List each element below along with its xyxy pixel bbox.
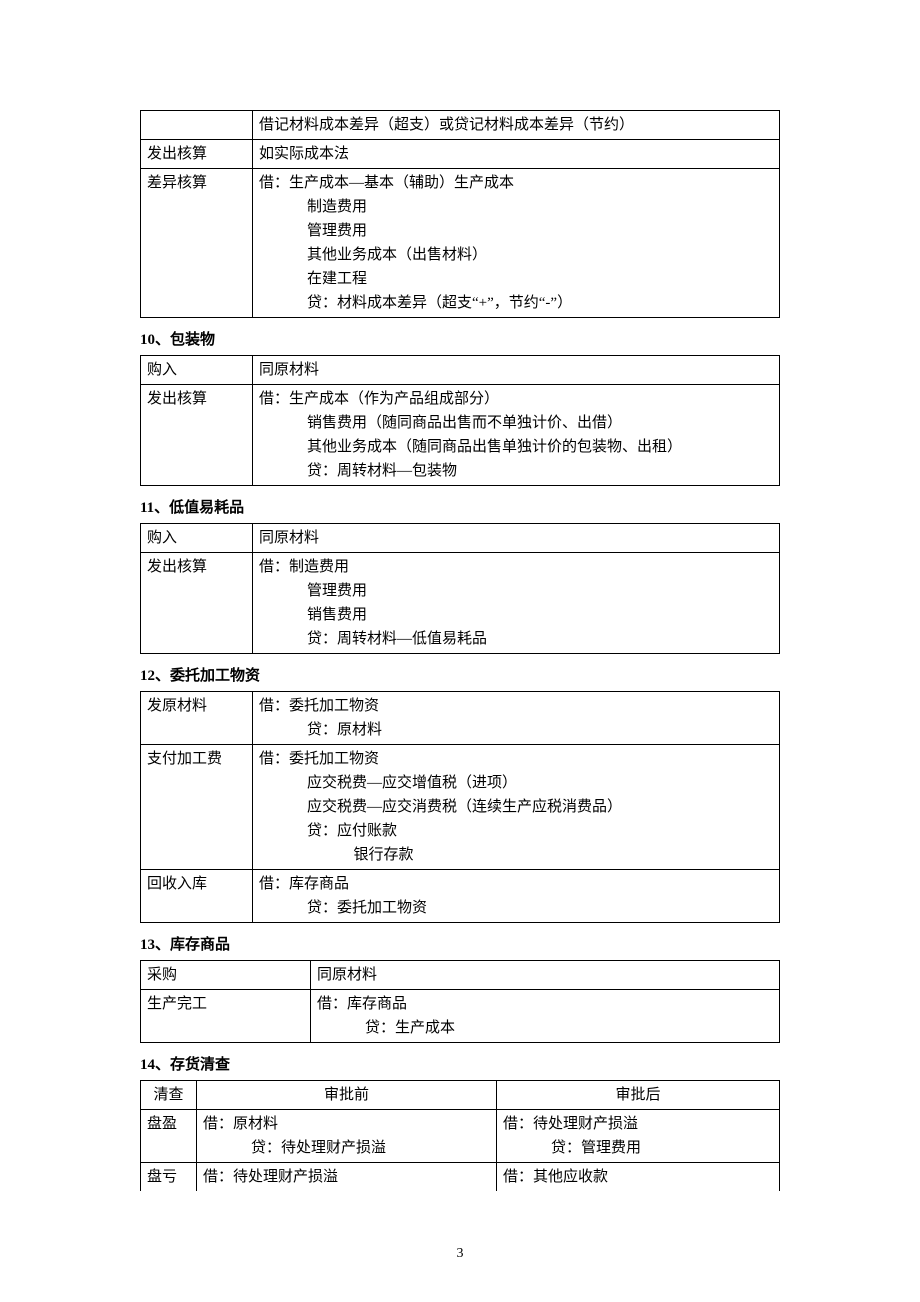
entry-line: 借：待处理财产损溢 xyxy=(203,1165,490,1189)
section-heading: 11、低值易耗品 xyxy=(140,496,780,517)
entry-line: 贷：周转材料—低值易耗品 xyxy=(259,627,773,651)
table-row: 发出核算 借：制造费用 管理费用 销售费用 贷：周转材料—低值易耗品 xyxy=(141,553,780,654)
entry-line: 贷：待处理财产损溢 xyxy=(203,1136,490,1160)
entry-line: 应交税费—应交消费税（连续生产应税消费品） xyxy=(259,795,773,819)
cell: 借：待处理财产损溢 xyxy=(197,1163,497,1192)
cell: 借：库存商品 贷：委托加工物资 xyxy=(253,870,780,923)
entry-line: 借：库存商品 xyxy=(259,872,773,896)
entry-line: 借：原材料 xyxy=(203,1112,490,1136)
section-heading: 12、委托加工物资 xyxy=(140,664,780,685)
entry-line: 借：生产成本（作为产品组成部分） xyxy=(259,387,773,411)
table-row: 盘盈 借：原材料 贷：待处理财产损溢 借：待处理财产损溢 贷：管理费用 xyxy=(141,1110,780,1163)
cell: 购入 xyxy=(141,524,253,553)
header-cell: 清查 xyxy=(141,1081,197,1110)
table-outsourced-processing: 发原材料 借：委托加工物资 贷：原材料 支付加工费 借：委托加工物资 应交税费—… xyxy=(140,691,780,923)
entry-line: 销售费用 xyxy=(259,603,773,627)
cell: 借：委托加工物资 应交税费—应交增值税（进项） 应交税费—应交消费税（连续生产应… xyxy=(253,745,780,870)
cell: 回收入库 xyxy=(141,870,253,923)
entry-line: 其他业务成本（出售材料） xyxy=(259,243,773,267)
entry-line: 其他业务成本（随同商品出售单独计价的包装物、出租） xyxy=(259,435,773,459)
table-row: 差异核算 借：生产成本—基本（辅助）生产成本 制造费用 管理费用 其他业务成本（… xyxy=(141,169,780,318)
cell: 借记材料成本差异（超支）或贷记材料成本差异（节约） xyxy=(253,111,780,140)
cell: 借：其他应收款 xyxy=(497,1163,780,1192)
table-row: 发出核算 借：生产成本（作为产品组成部分） 销售费用（随同商品出售而不单独计价、… xyxy=(141,385,780,486)
table-inventory-check: 清查 审批前 审批后 盘盈 借：原材料 贷：待处理财产损溢 借：待处理财产损溢 … xyxy=(140,1080,780,1191)
cell: 同原材料 xyxy=(253,524,780,553)
cell: 同原材料 xyxy=(253,356,780,385)
table-row: 生产完工 借：库存商品 贷：生产成本 xyxy=(141,990,780,1043)
entry-line: 借：委托加工物资 xyxy=(259,747,773,771)
cell: 借：库存商品 贷：生产成本 xyxy=(311,990,780,1043)
table-continuation: 借记材料成本差异（超支）或贷记材料成本差异（节约） 发出核算 如实际成本法 差异… xyxy=(140,110,780,318)
table-row: 发原材料 借：委托加工物资 贷：原材料 xyxy=(141,692,780,745)
header-cell: 审批前 xyxy=(197,1081,497,1110)
cell: 发出核算 xyxy=(141,553,253,654)
entry-line: 借：待处理财产损溢 xyxy=(503,1112,773,1136)
entry-line: 借：生产成本—基本（辅助）生产成本 xyxy=(259,171,773,195)
entry-line: 管理费用 xyxy=(259,579,773,603)
entry-line: 销售费用（随同商品出售而不单独计价、出借） xyxy=(259,411,773,435)
table-row: 清查 审批前 审批后 xyxy=(141,1081,780,1110)
cell: 购入 xyxy=(141,356,253,385)
entry-line: 银行存款 xyxy=(259,843,773,867)
document-page: 借记材料成本差异（超支）或贷记材料成本差异（节约） 发出核算 如实际成本法 差异… xyxy=(0,0,920,1302)
cell: 采购 xyxy=(141,961,311,990)
cell: 发原材料 xyxy=(141,692,253,745)
entry-line: 贷：管理费用 xyxy=(503,1136,773,1160)
cell: 支付加工费 xyxy=(141,745,253,870)
table-row: 发出核算 如实际成本法 xyxy=(141,140,780,169)
entry-line: 贷：材料成本差异（超支“+”，节约“-”） xyxy=(259,291,773,315)
entry-line: 贷：应付账款 xyxy=(259,819,773,843)
section-heading: 10、包装物 xyxy=(140,328,780,349)
entry-line: 贷：周转材料—包装物 xyxy=(259,459,773,483)
table-row: 回收入库 借：库存商品 贷：委托加工物资 xyxy=(141,870,780,923)
cell: 借：待处理财产损溢 贷：管理费用 xyxy=(497,1110,780,1163)
cell: 借：委托加工物资 贷：原材料 xyxy=(253,692,780,745)
cell: 盘盈 xyxy=(141,1110,197,1163)
entry-line: 借：委托加工物资 xyxy=(259,694,773,718)
page-number: 3 xyxy=(0,1246,920,1262)
table-row: 支付加工费 借：委托加工物资 应交税费—应交增值税（进项） 应交税费—应交消费税… xyxy=(141,745,780,870)
cell: 借：生产成本—基本（辅助）生产成本 制造费用 管理费用 其他业务成本（出售材料）… xyxy=(253,169,780,318)
table-row: 借记材料成本差异（超支）或贷记材料成本差异（节约） xyxy=(141,111,780,140)
cell: 生产完工 xyxy=(141,990,311,1043)
cell: 盘亏 xyxy=(141,1163,197,1192)
table-low-value: 购入 同原材料 发出核算 借：制造费用 管理费用 销售费用 贷：周转材料—低值易… xyxy=(140,523,780,654)
entry-line: 贷：委托加工物资 xyxy=(259,896,773,920)
cell xyxy=(141,111,253,140)
entry-line: 管理费用 xyxy=(259,219,773,243)
cell: 借：制造费用 管理费用 销售费用 贷：周转材料—低值易耗品 xyxy=(253,553,780,654)
cell: 同原材料 xyxy=(311,961,780,990)
cell: 发出核算 xyxy=(141,385,253,486)
table-inventory-goods: 采购 同原材料 生产完工 借：库存商品 贷：生产成本 xyxy=(140,960,780,1043)
entry-line: 制造费用 xyxy=(259,195,773,219)
entry-line: 应交税费—应交增值税（进项） xyxy=(259,771,773,795)
table-packaging: 购入 同原材料 发出核算 借：生产成本（作为产品组成部分） 销售费用（随同商品出… xyxy=(140,355,780,486)
entry-line: 借：库存商品 xyxy=(317,992,773,1016)
section-heading: 13、库存商品 xyxy=(140,933,780,954)
entry-line: 借：制造费用 xyxy=(259,555,773,579)
table-row: 盘亏 借：待处理财产损溢 借：其他应收款 xyxy=(141,1163,780,1192)
table-row: 购入 同原材料 xyxy=(141,524,780,553)
cell: 借：原材料 贷：待处理财产损溢 xyxy=(197,1110,497,1163)
table-row: 购入 同原材料 xyxy=(141,356,780,385)
cell: 发出核算 xyxy=(141,140,253,169)
entry-line: 在建工程 xyxy=(259,267,773,291)
entry-line: 贷：原材料 xyxy=(259,718,773,742)
cell: 借：生产成本（作为产品组成部分） 销售费用（随同商品出售而不单独计价、出借） 其… xyxy=(253,385,780,486)
header-cell: 审批后 xyxy=(497,1081,780,1110)
table-row: 采购 同原材料 xyxy=(141,961,780,990)
cell: 差异核算 xyxy=(141,169,253,318)
cell: 如实际成本法 xyxy=(253,140,780,169)
entry-line: 贷：生产成本 xyxy=(317,1016,773,1040)
entry-line: 借：其他应收款 xyxy=(503,1165,773,1189)
section-heading: 14、存货清查 xyxy=(140,1053,780,1074)
